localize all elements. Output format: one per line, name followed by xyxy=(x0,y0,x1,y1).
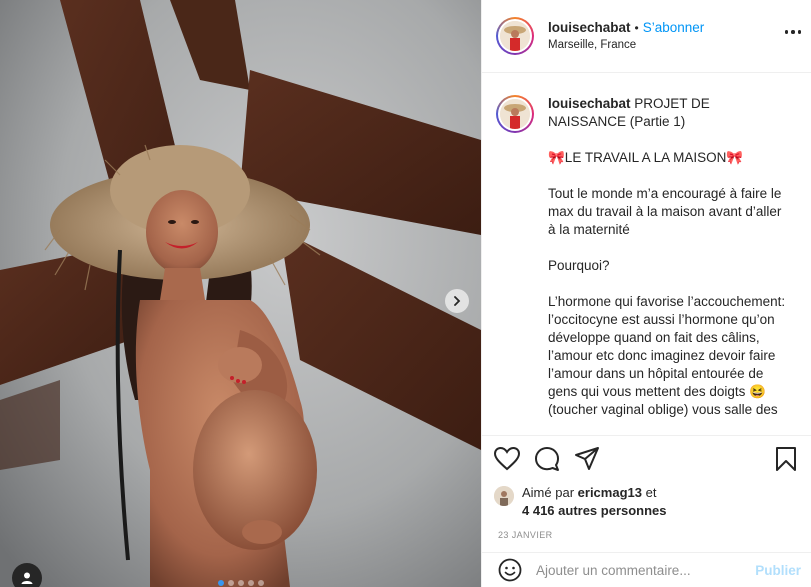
carousel-indicator xyxy=(218,580,264,586)
comment-input[interactable] xyxy=(536,562,756,578)
carousel-dot xyxy=(258,580,264,586)
smiley-icon[interactable] xyxy=(498,558,522,582)
caption-username[interactable]: louisechabat xyxy=(548,96,631,111)
caption-scroll-area[interactable]: louisechabat PROJET DE NAISSANCE (Partie… xyxy=(482,73,811,435)
location-link[interactable]: Marseille, France xyxy=(548,37,704,54)
user-tag-button[interactable] xyxy=(12,563,42,587)
separator-dot: • xyxy=(634,20,639,35)
post-media[interactable] xyxy=(0,0,481,587)
likes-summary: Aimé par ericmag13 et 4 416 autres perso… xyxy=(494,484,799,520)
carousel-dot xyxy=(238,580,244,586)
post-photo xyxy=(0,0,481,587)
action-bar xyxy=(494,444,799,474)
caption-paragraph: L’hormone qui favorise l’accouchement: l… xyxy=(548,294,789,417)
carousel-dot xyxy=(228,580,234,586)
bookmark-icon[interactable] xyxy=(775,446,797,472)
post-date[interactable]: 23 JANVIER xyxy=(498,530,799,540)
heart-icon[interactable] xyxy=(494,447,520,471)
post-side-panel: louisechabat • S’abonner Marseille, France xyxy=(481,0,811,587)
next-slide-button[interactable] xyxy=(445,289,469,313)
publish-button[interactable]: Publier xyxy=(755,563,801,578)
more-options-icon[interactable] xyxy=(784,30,801,34)
chevron-right-icon xyxy=(454,296,461,306)
caption-text: louisechabat PROJET DE NAISSANCE (Partie… xyxy=(548,95,788,435)
caption-avatar[interactable] xyxy=(496,95,534,133)
likes-conjunction: et xyxy=(645,485,657,500)
liker-username[interactable]: ericmag13 xyxy=(578,485,642,500)
user-tag-icon xyxy=(21,572,33,584)
carousel-dot xyxy=(248,580,254,586)
likes-count-link[interactable]: 4 416 autres personnes xyxy=(522,503,667,518)
carousel-dot-active xyxy=(218,580,224,586)
comment-form: Publier xyxy=(482,552,811,587)
post-header: louisechabat • S’abonner Marseille, France xyxy=(482,0,811,73)
caption-paragraph: 🎀LE TRAVAIL A LA MAISON🎀 xyxy=(548,150,744,165)
instagram-post-dialog: louisechabat • S’abonner Marseille, France xyxy=(0,0,811,587)
comment-bubble-icon[interactable] xyxy=(534,446,560,472)
likes-prefix: Aimé par xyxy=(522,485,575,500)
caption-paragraph: Pourquoi? xyxy=(548,258,610,273)
follow-button[interactable]: S’abonner xyxy=(643,20,705,35)
paper-plane-icon[interactable] xyxy=(574,446,600,472)
liker-avatar[interactable] xyxy=(494,486,514,506)
actions-section: Aimé par ericmag13 et 4 416 autres perso… xyxy=(482,435,811,552)
caption-paragraph: Tout le monde m’a encouragé à faire le m… xyxy=(548,186,786,237)
avatar[interactable] xyxy=(496,17,534,55)
header-username[interactable]: louisechabat xyxy=(548,20,631,35)
